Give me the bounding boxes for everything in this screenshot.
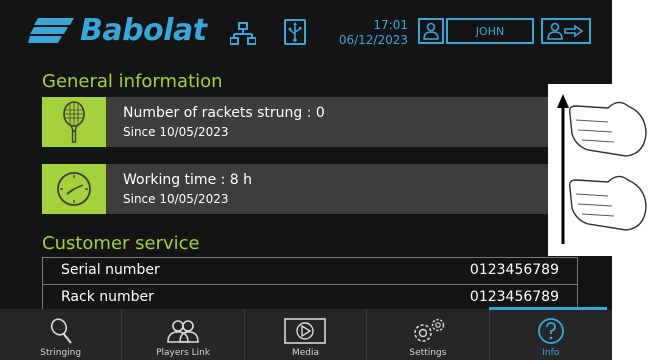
bottom-nav: Stringing Players Link Media Settings In… <box>0 309 612 360</box>
rackets-strung-card: Number of rackets strung : 0 Since 10/05… <box>42 97 612 147</box>
racket-icon <box>50 318 72 344</box>
babolat-logo: Babolat <box>28 14 207 48</box>
scroll-up-hand-gesture-icon <box>557 94 647 244</box>
table-row: Serial number 0123456789 <box>43 258 577 284</box>
nav-item-media[interactable]: Media <box>245 309 368 360</box>
nav-label: Stringing <box>40 348 82 358</box>
nav-item-players-link[interactable]: Players Link <box>122 309 245 360</box>
babolat-machine-screen: Babolat 17:01 06/12/2023 JOHN General in… <box>0 0 612 360</box>
players-icon <box>167 320 199 343</box>
nav-label: Players Link <box>156 348 211 358</box>
nav-item-stringing[interactable]: Stringing <box>0 309 123 360</box>
current-user-field[interactable]: JOHN <box>446 18 534 44</box>
nav-label: Info <box>542 348 560 358</box>
question-icon <box>537 318 564 344</box>
clock-time: 17:01 <box>373 18 408 32</box>
card-icon-box <box>42 164 106 214</box>
rackets-strung-count: Number of rackets strung : 0 <box>123 105 325 121</box>
scroll-gesture-overlay <box>548 84 653 256</box>
serial-number-value: 0123456789 <box>469 262 559 278</box>
general-info-title: General information <box>42 71 223 92</box>
gears-icon <box>414 318 445 342</box>
nav-active-indicator <box>489 307 607 310</box>
usb-symbol-icon <box>288 22 302 42</box>
rack-number-value: 0123456789 <box>469 289 559 305</box>
network-icon[interactable] <box>230 22 256 46</box>
header-bar: Babolat 17:01 06/12/2023 JOHN <box>0 0 612 62</box>
nav-item-settings[interactable]: Settings <box>367 309 490 360</box>
card-icon-box <box>42 97 106 147</box>
babolat-logo-mark-icon <box>28 18 74 43</box>
serial-number-label: Serial number <box>61 262 160 278</box>
clock-icon <box>57 172 91 206</box>
user-silhouette-icon <box>423 22 439 40</box>
working-time-since: Since 10/05/2023 <box>123 192 229 206</box>
customer-service-table: Serial number 0123456789 Rack number 012… <box>42 257 578 309</box>
working-time-value: Working time : 8 h <box>123 172 253 188</box>
customer-service-title: Customer service <box>42 233 200 254</box>
user-icon[interactable] <box>418 18 444 44</box>
usb-icon[interactable] <box>284 19 306 45</box>
logout-icon <box>547 22 584 40</box>
clock-date: 06/12/2023 <box>338 33 408 47</box>
logout-button[interactable] <box>541 18 591 44</box>
rackets-strung-since: Since 10/05/2023 <box>123 125 229 139</box>
racket-icon <box>63 101 85 143</box>
working-time-card: Working time : 8 h Since 10/05/2023 <box>42 164 612 214</box>
nav-item-info[interactable]: Info <box>490 309 612 360</box>
nav-label: Media <box>291 348 319 358</box>
date-time: 17:01 06/12/2023 <box>330 18 408 48</box>
media-play-icon <box>284 318 327 344</box>
nav-label: Settings <box>409 348 447 358</box>
brand-name: Babolat <box>80 13 207 48</box>
rack-number-label: Rack number <box>61 289 154 305</box>
